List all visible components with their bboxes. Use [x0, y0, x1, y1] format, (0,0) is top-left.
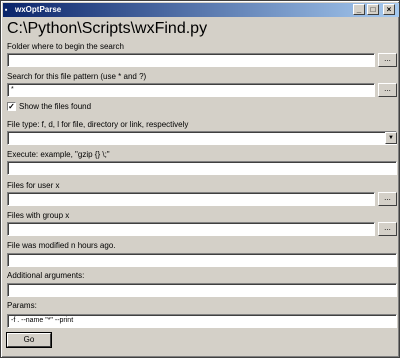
window-title: wxOptParse — [15, 5, 62, 14]
maximize-button[interactable]: □ — [367, 4, 379, 15]
minimize-button[interactable]: _ — [353, 4, 365, 15]
python-icon: ⬝ — [5, 5, 8, 14]
group-label: Files with group x — [7, 211, 70, 220]
group-browse-button[interactable]: ... — [378, 222, 397, 236]
file-type-label: File type: f, d, l for file, directory o… — [7, 120, 189, 129]
chevron-down-icon[interactable]: ▼ — [385, 132, 397, 144]
file-type-select[interactable] — [7, 131, 397, 145]
additional-label: Additional arguments: — [7, 271, 85, 280]
go-button[interactable]: Go — [6, 332, 52, 348]
additional-input[interactable] — [7, 283, 397, 297]
show-files-label: Show the files found — [19, 102, 92, 111]
script-path-heading: C:\Python\Scripts\wxFind.py — [7, 20, 208, 37]
user-browse-button[interactable]: ... — [378, 192, 397, 206]
execute-input[interactable] — [7, 161, 397, 175]
app-window: ⬝ wxOptParse _ □ × C:\Python\Scripts\wxF… — [0, 0, 400, 358]
pattern-label: Search for this file pattern (use * and … — [7, 72, 147, 81]
user-input[interactable] — [7, 192, 375, 206]
show-files-checkbox[interactable]: ✓ — [7, 102, 16, 111]
folder-input[interactable] — [7, 53, 375, 67]
group-input[interactable] — [7, 222, 375, 236]
folder-browse-button[interactable]: ... — [378, 53, 397, 67]
folder-label: Folder where to begin the search — [7, 42, 124, 51]
modified-label: File was modified n hours ago. — [7, 241, 116, 250]
pattern-browse-button[interactable]: ... — [378, 83, 397, 97]
params-input[interactable]: -f . --name "*" --print — [7, 314, 397, 328]
execute-label: Execute: example, "gzip {} \;" — [7, 150, 110, 159]
modified-input[interactable] — [7, 253, 397, 267]
title-bar[interactable]: ⬝ wxOptParse _ □ × — [3, 3, 399, 17]
pattern-input[interactable]: * — [7, 83, 375, 97]
params-label: Params: — [7, 301, 37, 310]
close-button[interactable]: × — [383, 4, 395, 15]
user-label: Files for user x — [7, 181, 60, 190]
